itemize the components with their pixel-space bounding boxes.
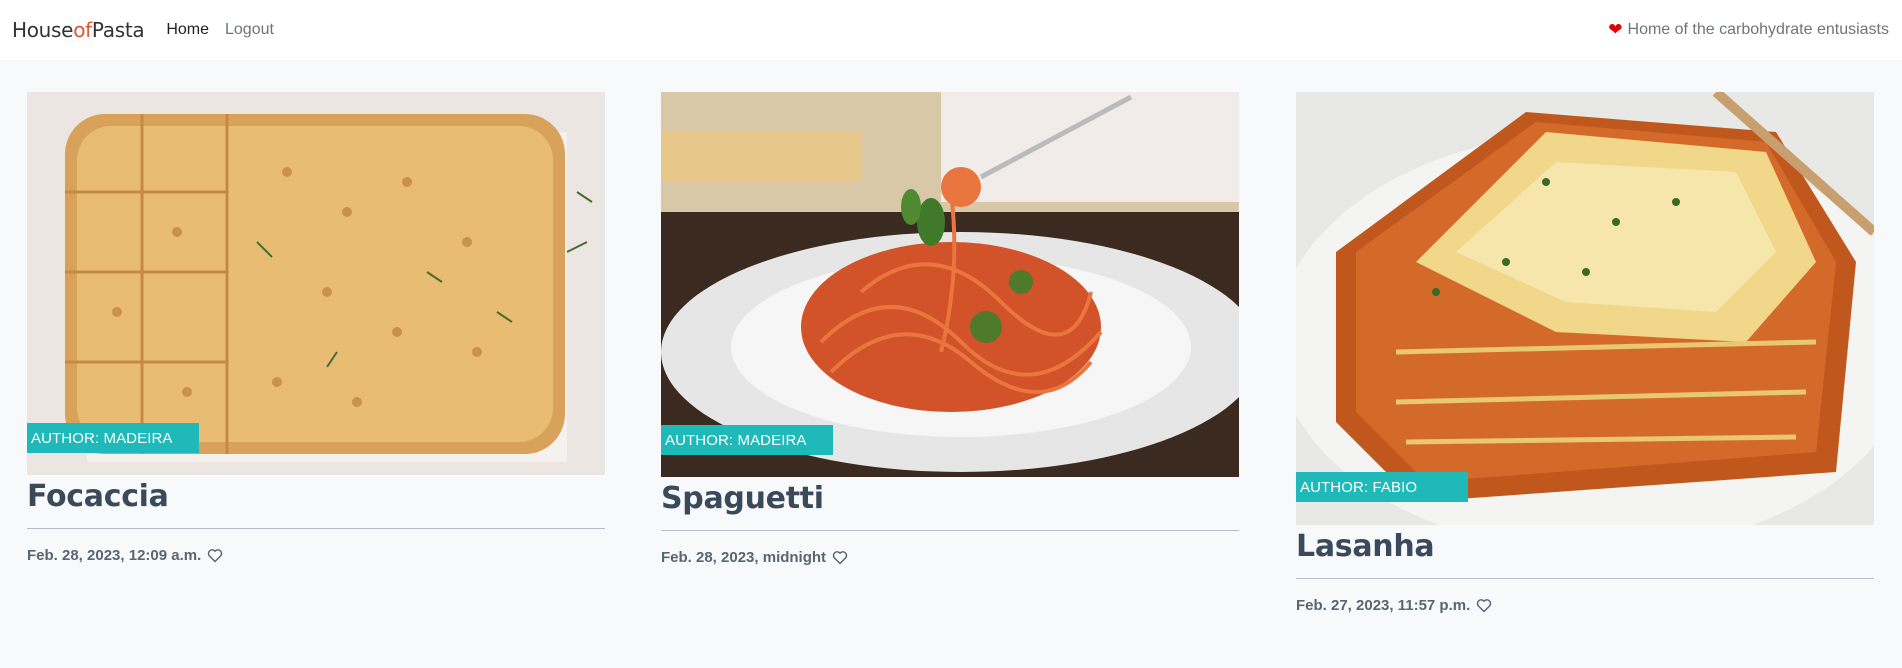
lasagna-photo (1296, 92, 1874, 525)
tagline: ❤ Home of the carbohydrate entusiasts (1608, 20, 1889, 40)
post-date: Feb. 28, 2023, midnight (661, 549, 827, 566)
navbar: HouseofPasta Home Logout ❤ Home of the c… (0, 0, 1902, 60)
post-date: Feb. 27, 2023, 11:57 p.m. (1296, 597, 1471, 614)
author-badge[interactable]: AUTHOR: FABIO (1296, 472, 1468, 502)
divider (1296, 578, 1874, 579)
brand-part-of: of (73, 18, 92, 42)
heart-outline-icon[interactable] (832, 550, 848, 565)
author-badge[interactable]: AUTHOR: MADEIRA (27, 423, 199, 453)
heart-outline-icon[interactable] (1476, 598, 1492, 613)
heart-icon: ❤ (1608, 20, 1623, 39)
post-card: AUTHOR: MADEIRA Focaccia Feb. 28, 2023, … (27, 92, 605, 564)
divider (661, 530, 1239, 531)
post-title[interactable]: Lasanha (1296, 529, 1874, 564)
nav-home-link[interactable]: Home (166, 21, 209, 39)
post-date: Feb. 28, 2023, 12:09 a.m. (27, 547, 202, 564)
post-card: AUTHOR: FABIO Lasanha Feb. 27, 2023, 11:… (1296, 92, 1874, 614)
spaghetti-photo (661, 92, 1239, 477)
post-image[interactable]: AUTHOR: MADEIRA (661, 92, 1239, 477)
post-title[interactable]: Focaccia (27, 479, 605, 514)
divider (27, 528, 605, 529)
brand-part-pasta: Pasta (91, 18, 145, 42)
author-badge[interactable]: AUTHOR: MADEIRA (661, 425, 833, 455)
tagline-text: Home of the carbohydrate entusiasts (1627, 21, 1889, 38)
post-image[interactable]: AUTHOR: FABIO (1296, 92, 1874, 525)
post-meta: Feb. 27, 2023, 11:57 p.m. (1296, 597, 1874, 614)
post-card: AUTHOR: MADEIRA Spaguetti Feb. 28, 2023,… (661, 92, 1239, 566)
post-meta: Feb. 28, 2023, midnight (661, 549, 1239, 566)
brand-part-house: House (12, 18, 74, 42)
post-title[interactable]: Spaguetti (661, 481, 1239, 516)
post-meta: Feb. 28, 2023, 12:09 a.m. (27, 547, 605, 564)
heart-outline-icon[interactable] (207, 548, 223, 563)
nav-logout-link[interactable]: Logout (225, 21, 274, 39)
brand-logo[interactable]: HouseofPasta (12, 18, 145, 42)
post-image[interactable]: AUTHOR: MADEIRA (27, 92, 605, 475)
focaccia-photo (27, 92, 605, 475)
